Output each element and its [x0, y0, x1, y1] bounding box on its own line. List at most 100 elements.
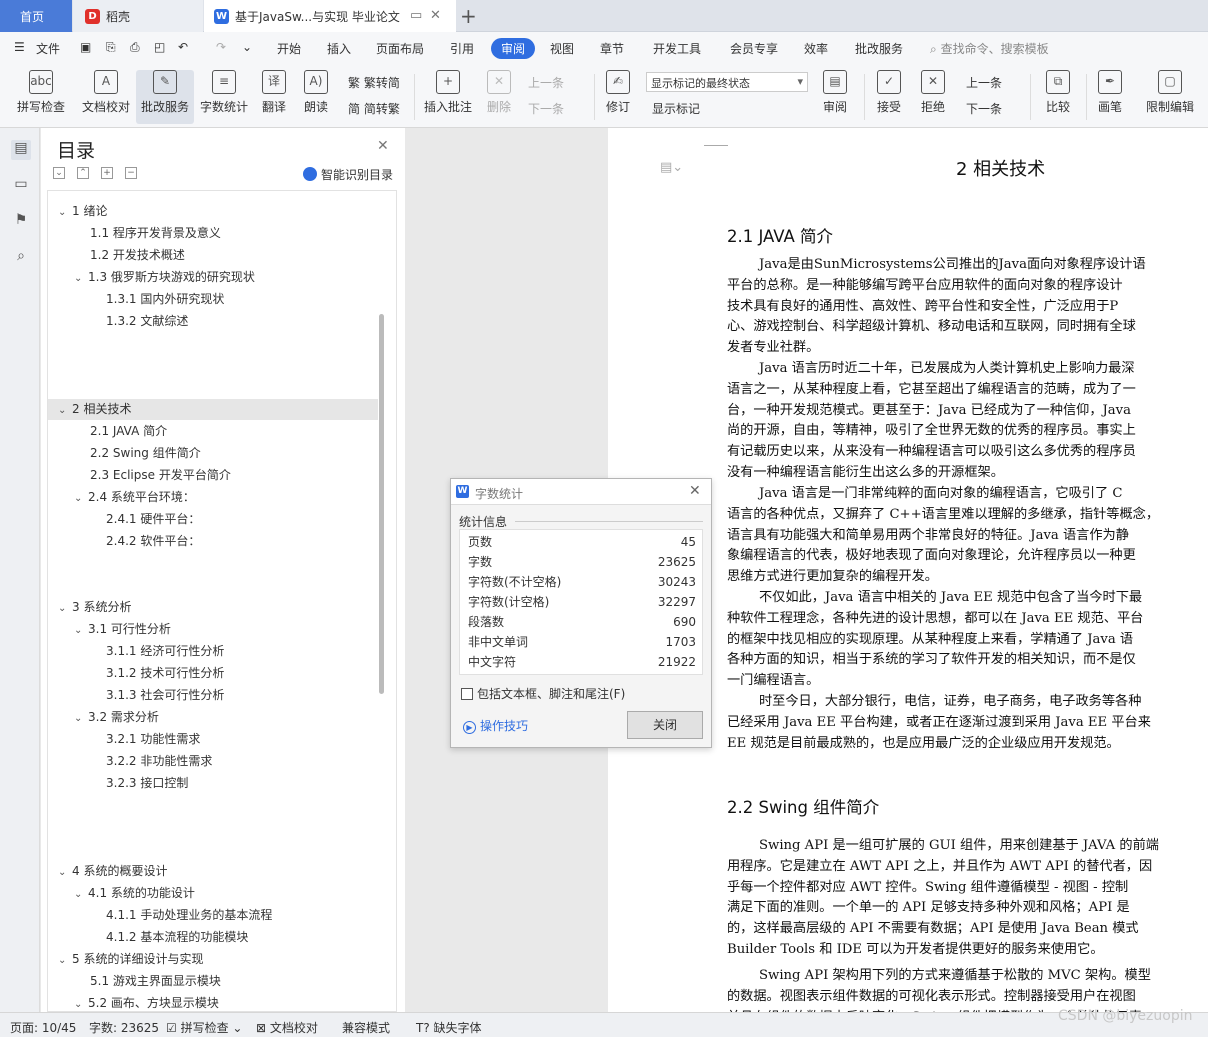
menu-view[interactable]: 视图 [550, 40, 574, 57]
include-notes-checkbox[interactable]: 包括文本框、脚注和尾注(F) [461, 685, 625, 702]
toc-item[interactable]: 5.1 游戏主界面显示模块 [48, 971, 378, 992]
new-tab-icon[interactable]: + [460, 4, 477, 28]
toc-item[interactable]: ⌄ 4 系统的概要设计 [48, 861, 378, 882]
tips-link[interactable]: ▶ 操作技巧 [463, 717, 528, 734]
menu-efficiency[interactable]: 效率 [804, 40, 828, 57]
toc-expand-chevron-icon[interactable]: ⌄ [74, 884, 88, 905]
toc-expand-chevron-icon[interactable]: ⌄ [74, 620, 88, 641]
page-indicator[interactable]: 页面: 10/45 [10, 1019, 76, 1036]
pen-button[interactable]: ✒ 画笔 [1092, 70, 1128, 124]
pages-icon[interactable]: ▭ [11, 176, 31, 196]
accept-button[interactable]: ✓ 接受 [870, 70, 908, 124]
menu-review[interactable]: 审阅 [491, 38, 536, 59]
read-aloud-button[interactable]: A) 朗读 [298, 70, 334, 124]
markup-mode-select[interactable]: 显示标记的最终状态 ▾ [646, 72, 808, 92]
checkbox-box[interactable] [461, 688, 473, 700]
toc-expand-chevron-icon[interactable]: ⌄ [58, 202, 72, 223]
menu-layout[interactable]: 页面布局 [376, 40, 424, 57]
bookmark-icon[interactable]: ⚑ [11, 212, 31, 232]
menu-chapter[interactable]: 章节 [600, 40, 624, 57]
toc-item[interactable]: 1.3.1 国内外研究现状 [48, 289, 378, 310]
trad-to-simp-button[interactable]: 繁 繁转简 [348, 74, 400, 91]
delete-comment-button[interactable]: ✕ 删除 [480, 70, 518, 124]
menu-start[interactable]: 开始 [277, 40, 301, 57]
toc-expand-icon[interactable]: ⌃ [77, 167, 89, 179]
compare-button[interactable]: ⧉ 比较 [1036, 70, 1080, 124]
reject-button[interactable]: ✕ 拒绝 [914, 70, 952, 124]
toc-item[interactable]: ⌄ 3.1 可行性分析 [48, 619, 378, 640]
word-count-indicator[interactable]: 字数: 23625 [89, 1019, 159, 1036]
toc-item[interactable]: 2.3 Eclipse 开发平台简介 [48, 465, 378, 486]
menu-developer[interactable]: 开发工具 [653, 40, 701, 57]
menu-reference[interactable]: 引用 [450, 40, 474, 57]
toc-remove-icon[interactable]: − [125, 167, 137, 179]
translate-button[interactable]: 译翻译 [256, 70, 292, 124]
tab-pin-icon[interactable]: ▭ [410, 8, 422, 23]
review-pane-button[interactable]: ▤ 审阅 [816, 70, 854, 124]
toc-item[interactable]: ⌄ 5 系统的详细设计与实现 [48, 949, 378, 970]
toc-item[interactable]: 3.1.3 社会可行性分析 [48, 685, 378, 706]
toc-item[interactable]: ⌄ 1.3 俄罗斯方块游戏的研究现状 [48, 267, 378, 288]
simp-to-trad-button[interactable]: 简 简转繁 [348, 100, 400, 117]
toc-add-icon[interactable]: + [101, 167, 113, 179]
restrict-edit-button[interactable]: ▢ 限制编辑 [1140, 70, 1200, 124]
toc-item[interactable]: ⌄ 5.2 画布、方块显示模块 [48, 993, 378, 1011]
toc-item[interactable]: 1.2 开发技术概述 [48, 245, 378, 266]
toc-item[interactable]: 4.1.1 手动处理业务的基本流程 [48, 905, 378, 926]
toc-expand-chevron-icon[interactable]: ⌄ [74, 708, 88, 729]
toc-expand-chevron-icon[interactable]: ⌄ [74, 488, 88, 509]
toc-expand-chevron-icon[interactable]: ⌄ [58, 950, 72, 971]
preview-icon[interactable]: ◰ [154, 40, 165, 54]
tab-document[interactable]: W 基于JavaSw...与实现 毕业论文 ▭ ✕ [204, 0, 456, 32]
toc-item[interactable]: 1.3.2 文献综述 [48, 311, 378, 332]
toc-item[interactable]: 2.4.2 软件平台： [48, 531, 378, 552]
print-icon[interactable]: ⎙ [130, 40, 140, 55]
toc-item[interactable]: 2.1 JAVA 简介 [48, 421, 378, 442]
more-icon[interactable]: ⌄ [242, 40, 252, 54]
toc-item[interactable]: ⌄ 4.1 系统的功能设计 [48, 883, 378, 904]
menu-correction[interactable]: 批改服务 [855, 40, 903, 57]
dialog-titlebar[interactable]: W 字数统计 ✕ [451, 479, 711, 505]
doc-proof-button[interactable]: A 文档校对 [78, 70, 134, 124]
next-change-button[interactable]: 下一条 [966, 100, 1002, 117]
toc-expand-chevron-icon[interactable]: ⌄ [58, 598, 72, 619]
dialog-close-icon[interactable]: ✕ [689, 483, 701, 499]
toc-item[interactable]: 3.2.3 接口控制 [48, 773, 378, 794]
track-changes-button[interactable]: ✍ 修订 [600, 70, 636, 124]
toc-item[interactable]: ⌄ 3.2 需求分析 [48, 707, 378, 728]
toc-item[interactable]: 1.1 程序开发背景及意义 [48, 223, 378, 244]
toc-item[interactable]: 2.2 Swing 组件简介 [48, 443, 378, 464]
word-count-button[interactable]: ≡ 字数统计 [198, 70, 250, 124]
toc-expand-chevron-icon[interactable]: ⌄ [74, 994, 88, 1011]
tab-docer[interactable]: D 稻壳 [73, 0, 203, 32]
status-proof[interactable]: ⊠ 文档校对 [256, 1019, 318, 1036]
toc-item[interactable]: 3.1.2 技术可行性分析 [48, 663, 378, 684]
toc-expand-chevron-icon[interactable]: ⌄ [58, 400, 72, 421]
toc-item[interactable]: 3.2.2 非功能性需求 [48, 751, 378, 772]
hamburger-icon[interactable]: ☰ [14, 40, 25, 54]
spell-check-button[interactable]: abc 拼写检查 [8, 70, 74, 124]
menu-file[interactable]: 文件 [36, 40, 60, 57]
paragraph-layout-icon[interactable]: ▤⌄ [660, 160, 683, 175]
toc-item[interactable]: 3.2.1 功能性需求 [48, 729, 378, 750]
correction-service-button[interactable]: ✎ 批改服务 [136, 70, 194, 124]
find-icon[interactable]: ⌕ [11, 248, 31, 268]
close-button[interactable]: 关闭 [627, 711, 703, 739]
prev-comment-button[interactable]: 上一条 [528, 74, 564, 91]
export-icon[interactable]: ⎘ [106, 40, 116, 55]
menu-insert[interactable]: 插入 [327, 40, 351, 57]
command-search[interactable]: ⌕ 查找命令、搜索模板 [930, 40, 1049, 57]
redo-icon[interactable]: ↷ [216, 40, 226, 54]
toc-item[interactable]: ⌄ 3 系统分析 [48, 597, 378, 618]
toc-expand-chevron-icon[interactable]: ⌄ [58, 862, 72, 883]
show-markup-button[interactable]: 显示标记 [652, 100, 700, 117]
toc-expand-chevron-icon[interactable]: ⌄ [74, 268, 88, 289]
toc-item[interactable]: 3.1.1 经济可行性分析 [48, 641, 378, 662]
toc-scrollbar[interactable] [379, 314, 384, 694]
toc-icon[interactable]: ▤ [11, 140, 31, 160]
status-spell-check[interactable]: ☑ 拼写检查 ⌄ [166, 1019, 242, 1036]
undo-icon[interactable]: ↶ [178, 40, 188, 54]
toc-item[interactable]: ⌄ 1 绪论 [48, 201, 378, 222]
toc-item[interactable]: ⌄ 2.4 系统平台环境： [48, 487, 378, 508]
toc-item[interactable]: 4.1.2 基本流程的功能模块 [48, 927, 378, 948]
